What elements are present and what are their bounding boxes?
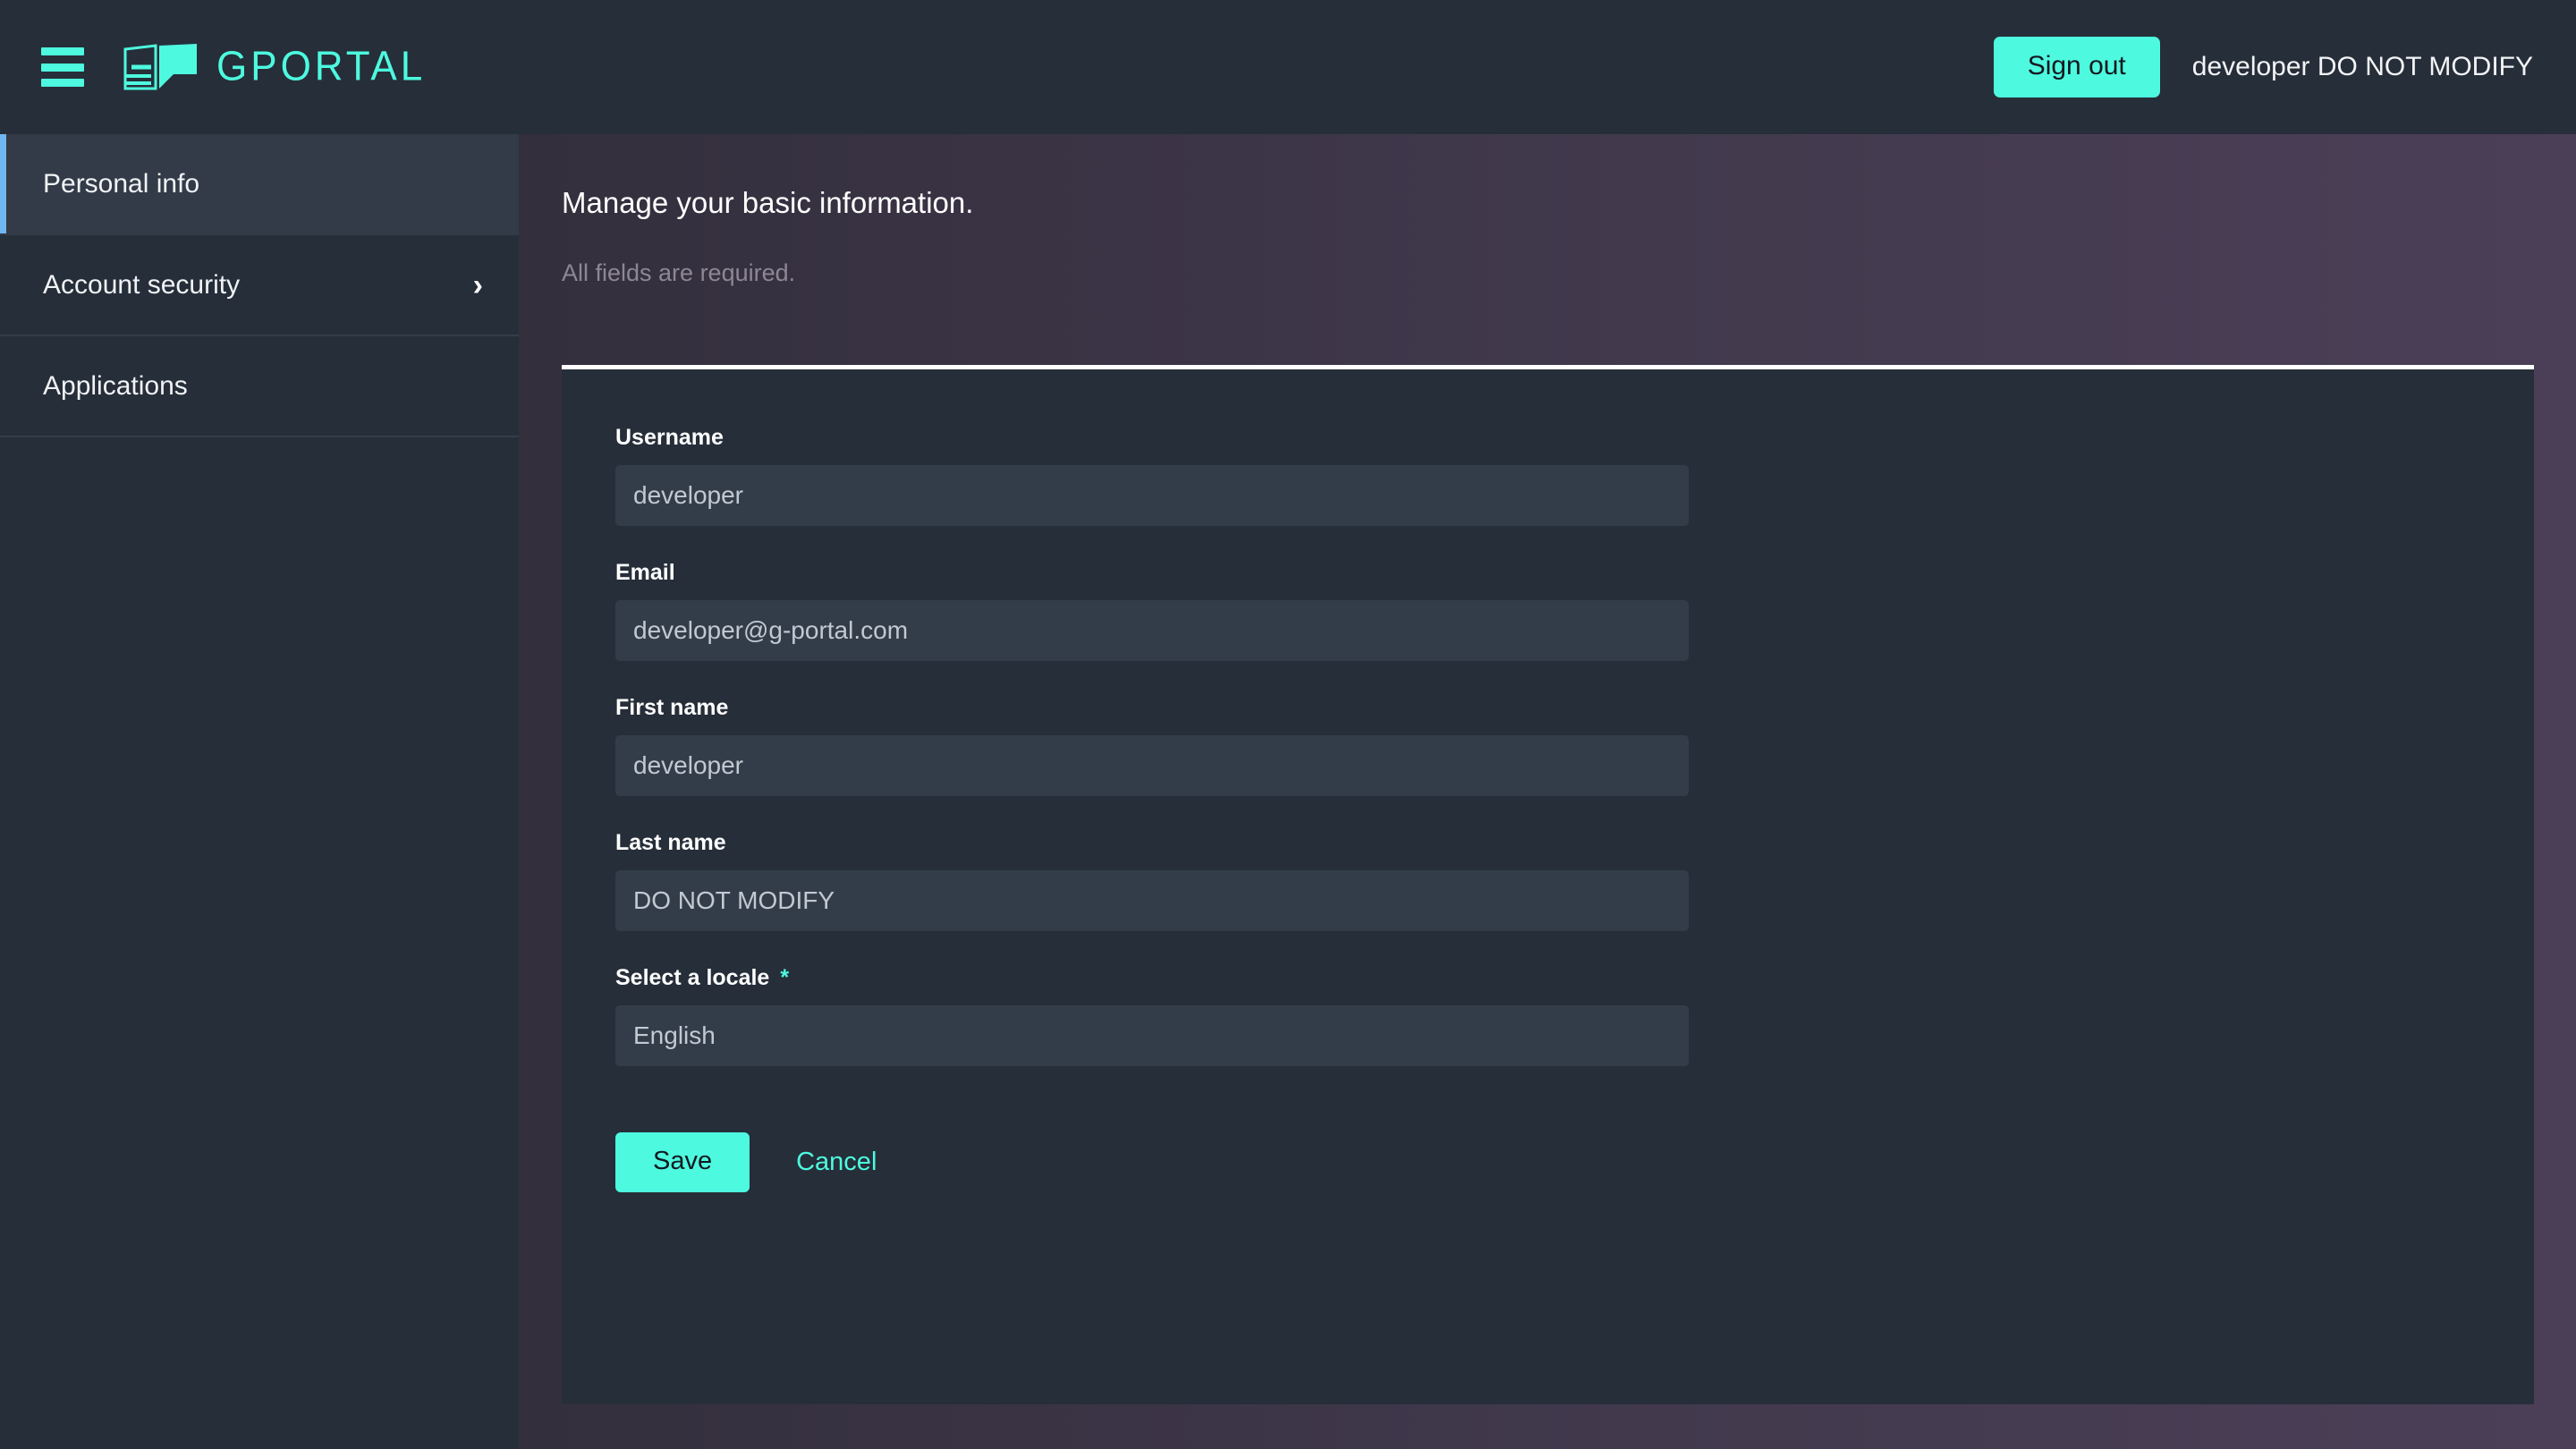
page-title: Manage your basic information. — [562, 186, 974, 219]
personal-info-form-panel: Username Email First name — [562, 365, 2534, 1404]
label-text: First name — [615, 695, 729, 720]
chevron-right-icon: › — [472, 267, 483, 302]
field-label-username: Username — [615, 425, 2534, 451]
field-last-name: Last name — [615, 830, 2534, 931]
current-user-label: developer DO NOT MODIFY — [2191, 52, 2533, 81]
gportal-logo-icon — [123, 44, 197, 90]
email-input[interactable] — [615, 600, 1689, 661]
label-text: Last name — [615, 830, 726, 855]
field-first-name: First name — [615, 695, 2534, 796]
field-locale: Select a locale * — [615, 965, 2534, 1066]
top-header-bar: GPORTAL Sign out developer DO NOT MODIFY — [0, 0, 2576, 134]
label-text: Email — [615, 560, 675, 585]
brand-logo[interactable]: GPORTAL — [123, 44, 426, 90]
field-email: Email — [615, 560, 2534, 661]
locale-select[interactable] — [615, 1005, 1689, 1066]
hamburger-bar-3 — [41, 79, 84, 87]
content-header: Manage your basic information. All field… — [519, 134, 2576, 287]
brand-name: GPORTAL — [216, 43, 427, 90]
required-asterisk: * — [780, 965, 790, 990]
field-label-locale: Select a locale * — [615, 965, 2534, 991]
field-label-first-name: First name — [615, 695, 2534, 721]
hamburger-bar-1 — [41, 47, 84, 55]
sidebar-item-applications[interactable]: Applications — [0, 336, 519, 437]
cancel-button[interactable]: Cancel — [784, 1139, 889, 1186]
field-username: Username — [615, 425, 2534, 526]
sidebar-nav: Personal info Account security › Applica… — [0, 134, 519, 1449]
hamburger-bar-2 — [41, 63, 84, 72]
main-content: Manage your basic information. All field… — [519, 134, 2576, 1449]
page-root: GPORTAL Sign out developer DO NOT MODIFY… — [0, 0, 2576, 1449]
label-text: Username — [615, 425, 724, 450]
sidebar-item-personal-info[interactable]: Personal info — [0, 134, 519, 235]
required-fields-note: All fields are required. — [562, 259, 796, 286]
sidebar-item-label: Account security — [43, 269, 241, 300]
top-header-right: Sign out developer DO NOT MODIFY — [1993, 37, 2533, 97]
last-name-input[interactable] — [615, 870, 1689, 931]
label-text: Select a locale — [615, 965, 770, 990]
form-fields-container: Username Email First name — [562, 369, 2534, 1192]
field-label-email: Email — [615, 560, 2534, 586]
sidebar-item-label: Applications — [43, 370, 188, 401]
save-button[interactable]: Save — [615, 1132, 750, 1192]
sign-out-button[interactable]: Sign out — [1993, 37, 2160, 97]
field-label-last-name: Last name — [615, 830, 2534, 856]
username-input[interactable] — [615, 465, 1689, 526]
form-actions: Save Cancel — [615, 1132, 2534, 1192]
hamburger-menu-icon[interactable] — [41, 47, 84, 87]
first-name-input[interactable] — [615, 735, 1689, 796]
sidebar-item-account-security[interactable]: Account security › — [0, 235, 519, 336]
sidebar-item-label: Personal info — [43, 168, 200, 199]
